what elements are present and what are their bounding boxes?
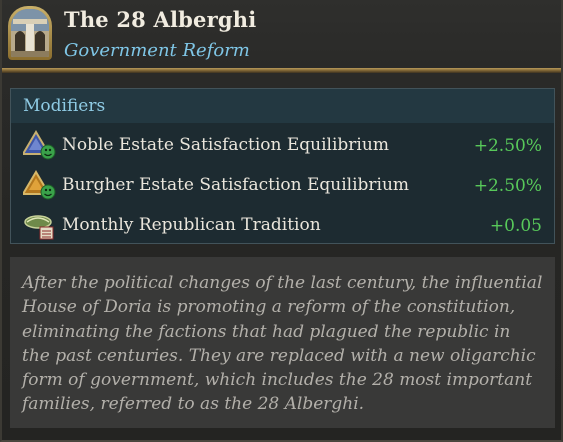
modifier-label: Monthly Republican Tradition — [62, 215, 321, 235]
reform-title: The 28 Alberghi — [64, 7, 257, 32]
modifiers-heading: Modifiers — [23, 96, 106, 116]
modifiers-box: Modifiers Noble Estate Satisfaction Equi… — [10, 88, 555, 244]
burgher-estate-satisfaction-icon — [21, 170, 57, 202]
modifier-row[interactable]: Noble Estate Satisfaction Equilibrium +2… — [11, 127, 554, 165]
header-divider — [2, 68, 561, 73]
palazzo-courtyard-icon — [8, 6, 52, 60]
reform-type-subtitle: Government Reform — [64, 40, 250, 61]
modifier-label: Burgher Estate Satisfaction Equilibrium — [62, 175, 410, 195]
tooltip-panel: The 28 Alberghi Government Reform Modifi… — [0, 0, 563, 442]
modifier-value: +0.05 — [489, 216, 542, 236]
modifier-value: +2.50% — [473, 136, 542, 156]
modifier-row[interactable]: Burgher Estate Satisfaction Equilibrium … — [11, 167, 554, 205]
republican-tradition-icon — [23, 210, 57, 242]
tooltip-header: The 28 Alberghi Government Reform — [2, 0, 561, 70]
modifiers-header: Modifiers — [11, 89, 554, 123]
modifier-label: Noble Estate Satisfaction Equilibrium — [62, 135, 389, 155]
reform-description: After the political changes of the last … — [10, 257, 555, 428]
noble-estate-satisfaction-icon — [21, 130, 57, 162]
modifier-value: +2.50% — [473, 176, 542, 196]
modifier-row[interactable]: Monthly Republican Tradition +0.05 — [11, 207, 554, 245]
